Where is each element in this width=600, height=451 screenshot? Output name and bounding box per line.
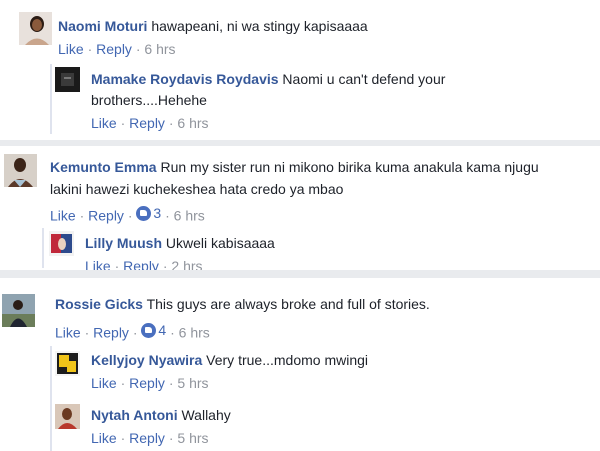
section-divider [0,270,600,278]
woman-profile-photo-icon [19,12,52,45]
timestamp[interactable]: 6 hrs [144,41,175,57]
replier-name[interactable]: Kellyjoy Nyawira [91,352,202,368]
timestamp[interactable]: 6 hrs [177,115,208,131]
replier-name[interactable]: Nytah Antoni [91,407,178,423]
reply-text: Naomi u can't defend your [282,71,446,87]
reply-button[interactable]: Reply [129,115,165,131]
comment-thread-1: Naomi Moturi hawapeani, ni wa stingy kap… [0,0,600,140]
flag-profile-photo-icon [49,231,74,256]
like-button[interactable]: Like [50,208,76,224]
woman-selfie-photo-icon [4,154,37,187]
reply-actions: Like · Reply · 6 hrs [91,114,209,132]
like-button[interactable]: Like [91,115,117,131]
woman-red-photo-icon [55,404,80,429]
reply-rail [42,228,44,268]
avatar[interactable] [55,67,80,92]
comment-actions: Like · Reply · 6 hrs [58,40,176,58]
reply-line: Lilly Muush Ukweli kabisaaaa [85,234,275,253]
comment-thread-2: Kemunto Emma Run my sister run ni mikono… [0,146,600,274]
reply-line: Nytah Antoni Wallahy [91,406,231,425]
separator: · [84,324,90,341]
reply-text: Wallahy [181,407,231,423]
like-button[interactable]: Like [58,41,84,57]
separator: · [170,324,175,341]
separator: · [165,207,170,224]
reply-text: brothers....Hehehe [91,92,207,108]
comment-line: Naomi Moturi hawapeani, ni wa stingy kap… [58,17,368,36]
reply-button[interactable]: Reply [129,375,165,391]
like-button[interactable]: Like [55,325,81,341]
avatar[interactable] [4,154,37,187]
like-button[interactable]: Like [91,430,117,446]
separator: · [135,41,141,57]
separator: · [120,375,126,391]
reply-text-continued: brothers....Hehehe [91,91,207,110]
commenter-name[interactable]: Rossie Gicks [55,296,143,312]
timestamp[interactable]: 6 hrs [179,325,210,341]
avatar[interactable] [55,404,80,429]
reply-button[interactable]: Reply [96,41,132,57]
reply-text: Ukweli kabisaaaa [165,235,275,251]
timestamp[interactable]: 6 hrs [174,208,205,224]
reaction-count[interactable]: 4 [141,321,166,339]
separator: · [168,375,174,391]
reply-rail [50,346,52,451]
comment-text: lakini hawezi kuchekeshea hata credo ya … [50,181,344,197]
avatar[interactable] [2,294,35,327]
comment-text: hawapeani, ni wa stingy kapisaaaa [151,18,368,34]
timestamp[interactable]: 5 hrs [177,430,208,446]
separator: · [168,430,174,446]
dark-profile-photo-icon [55,67,80,92]
like-button[interactable]: Like [91,375,117,391]
avatar[interactable] [49,231,74,256]
separator: · [120,430,126,446]
thumbs-up-icon [136,205,152,221]
timestamp[interactable]: 5 hrs [177,375,208,391]
avatar[interactable] [55,351,80,376]
replier-name[interactable]: Mamake Roydavis Roydavis [91,71,279,87]
reply-actions: Like · Reply · 5 hrs [91,429,209,447]
reaction-number: 3 [153,205,162,221]
separator: · [127,207,133,224]
comment-text: Run my sister run ni mikono birika kuma … [160,159,539,175]
comment-text: This guys are always broke and full of s… [146,296,430,312]
separator: · [87,41,93,57]
comment-line: Kemunto Emma Run my sister run ni mikono… [50,158,539,177]
yellow-graphic-photo-icon [55,351,80,376]
reply-button[interactable]: Reply [93,325,129,341]
reply-button[interactable]: Reply [88,208,124,224]
man-outdoor-photo-icon [2,294,35,327]
reply-line: Kellyjoy Nyawira Very true...mdomo mwing… [91,351,368,370]
reply-button[interactable]: Reply [129,430,165,446]
separator: · [132,324,138,341]
separator: · [120,115,126,131]
comment-actions: Like · Reply · 3 · 6 hrs [50,204,205,225]
reply-rail [50,64,52,134]
thumbs-up-icon [141,322,157,338]
reply-actions: Like · Reply · 5 hrs [91,374,209,392]
separator: · [79,207,85,224]
reaction-number: 4 [158,322,167,338]
commenter-name[interactable]: Naomi Moturi [58,18,147,34]
reply-line: Mamake Roydavis Roydavis Naomi u can't d… [91,70,445,89]
commenter-name[interactable]: Kemunto Emma [50,159,157,175]
replier-name[interactable]: Lilly Muush [85,235,162,251]
comment-text-continued: lakini hawezi kuchekeshea hata credo ya … [50,180,343,199]
avatar[interactable] [19,12,52,45]
reaction-count[interactable]: 3 [136,204,161,222]
separator: · [168,115,174,131]
comment-line: Rossie Gicks This guys are always broke … [55,295,430,314]
comment-actions: Like · Reply · 4 · 6 hrs [55,321,210,342]
comment-thread-3: Rossie Gicks This guys are always broke … [0,278,600,451]
reply-text: Very true...mdomo mwingi [206,352,369,368]
